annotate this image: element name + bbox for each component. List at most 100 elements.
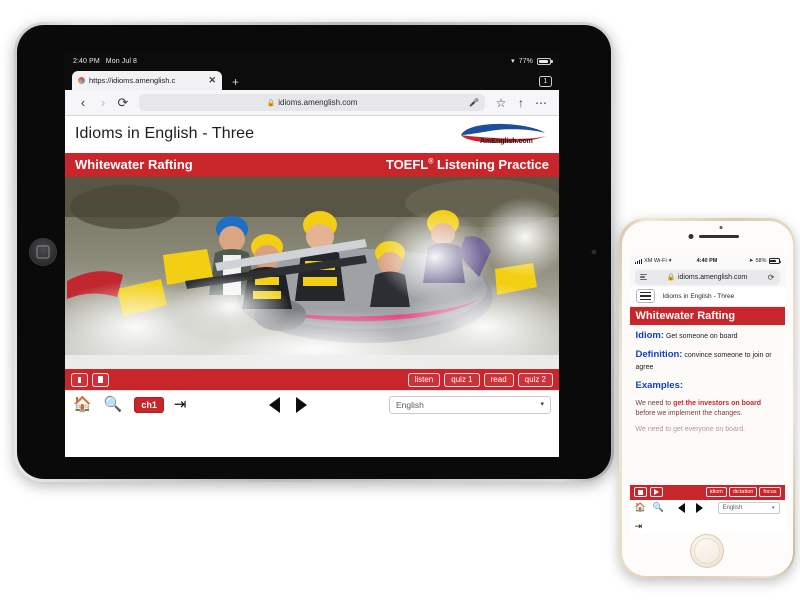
prev-next-controls — [268, 396, 307, 413]
play-button[interactable] — [649, 487, 663, 497]
home-icon[interactable]: 🏠 — [635, 503, 646, 512]
battery-icon — [537, 57, 553, 65]
chevron-updown-icon: ▾ — [540, 400, 544, 408]
ipad-tab-strip: https://idioms.amenglish.c ✕ + 1 — [65, 69, 559, 90]
address-bar-url: idioms.amenglish.com — [278, 98, 358, 107]
stop-button[interactable] — [633, 487, 647, 497]
focus-button[interactable]: focus — [759, 487, 781, 497]
iphone-battery-icon — [768, 258, 781, 264]
svg-text:AmEnglish.com: AmEnglish.com — [480, 138, 533, 145]
lock-icon: 🔒 — [666, 274, 676, 281]
ipad-media-controls: listen quiz 1 read quiz 2 — [65, 369, 559, 390]
close-icon[interactable]: ✕ — [208, 76, 216, 85]
hamburger-menu-icon[interactable] — [635, 289, 655, 303]
ipad-device: 2:40 PM Mon Jul 8 ▾ 77% https://idioms.a… — [14, 22, 614, 482]
screenshot-stage: 2:40 PM Mon Jul 8 ▾ 77% https://idioms.a… — [0, 0, 800, 600]
iphone-home-button[interactable] — [690, 533, 724, 568]
bookmark-icon[interactable]: ☆ — [491, 97, 511, 109]
page-header: Idioms in English - Three AmEnglish.com — [65, 116, 559, 153]
pause-button[interactable] — [92, 372, 109, 387]
new-tab-button[interactable]: + — [232, 76, 239, 88]
idiom-button[interactable]: idiom — [705, 487, 727, 497]
next-button[interactable] — [696, 502, 704, 513]
search-icon[interactable]: 🔍 — [653, 503, 664, 512]
proximity-sensor — [719, 225, 723, 229]
browser-tab[interactable]: https://idioms.amenglish.c ✕ — [72, 71, 222, 90]
exit-icon[interactable]: ⇥ — [635, 521, 643, 531]
quiz-2-button[interactable]: quiz 2 — [517, 372, 553, 387]
wifi-icon: ▾ — [668, 258, 672, 264]
ipad-screen: 2:40 PM Mon Jul 8 ▾ 77% https://idioms.a… — [65, 53, 559, 457]
prev-button[interactable] — [268, 396, 280, 413]
ipad-home-button[interactable] — [29, 238, 57, 266]
forward-icon[interactable]: › — [93, 96, 113, 109]
microphone-icon[interactable]: 🎤 — [469, 98, 479, 107]
whitewater-rafting-photo — [65, 177, 559, 369]
status-battery-pct: 77% — [518, 57, 533, 65]
search-icon[interactable]: 🔍 — [104, 397, 123, 412]
iphone-front-camera — [688, 233, 694, 239]
reload-icon[interactable]: ⟳ — [768, 273, 775, 282]
iphone-page-nav: 🏠 🔍 English ▾ ⇥ — [629, 499, 785, 533]
amenglish-logo: AmEnglish.com — [457, 122, 549, 146]
iphone-screen: XM Wi-Fi ▾ 4:40 PM ➤ 58% 🔒 idioms.amengl — [629, 254, 785, 533]
share-icon[interactable]: ↑ — [511, 97, 531, 109]
iphone-battery-pct: 58% — [755, 258, 767, 264]
iphone-media-controls: idiom dictation focus — [629, 484, 785, 500]
idiom-label: Idiom: — [635, 329, 665, 341]
iphone-activity-buttons: idiom dictation focus — [705, 487, 781, 497]
ipad-page-nav: 🏠 🔍 ch1 ⇥ English ▾ — [65, 390, 559, 418]
ipad-page: Idioms in English - Three AmEnglish.com … — [65, 116, 559, 418]
activity-buttons: listen quiz 1 read quiz 2 — [407, 372, 553, 387]
reader-view-icon[interactable] — [639, 274, 647, 280]
language-select-value: English — [722, 504, 743, 511]
iphone-app-header: Idioms in English - Three — [629, 286, 785, 307]
example-idiom: get the investors on board — [673, 399, 762, 407]
ipad-browser-toolbar: ‹ › ⟳ 🔒 idioms.amenglish.com 🎤 ☆ ↑ ⋯ — [65, 90, 559, 116]
language-select[interactable]: English ▾ — [389, 395, 551, 414]
ipad-bezel: 2:40 PM Mon Jul 8 ▾ 77% https://idioms.a… — [17, 25, 611, 479]
next-button[interactable] — [295, 396, 307, 413]
tab-count-badge[interactable]: 1 — [539, 76, 552, 87]
ipad-status-bar: 2:40 PM Mon Jul 8 ▾ 77% — [65, 53, 559, 69]
example-pre: We need to — [635, 399, 674, 407]
exit-icon[interactable]: ⇥ — [174, 397, 187, 412]
back-icon[interactable]: ‹ — [73, 96, 93, 109]
example-sentence: We need to get the investors on board be… — [636, 399, 779, 421]
quiz-1-button[interactable]: quiz 1 — [444, 372, 480, 387]
iphone-page-title: Idioms in English - Three — [662, 292, 735, 300]
page-title: Idioms in English - Three — [75, 125, 255, 142]
language-select[interactable]: English ▾ — [717, 501, 780, 514]
iphone-address-url: idioms.amenglish.com — [677, 273, 748, 281]
wifi-icon: ▾ — [511, 58, 515, 65]
definition-block: Definition: convince someone to join or … — [636, 348, 779, 374]
iphone-earpiece-speaker — [699, 234, 739, 238]
examples-label: Examples: — [635, 379, 684, 391]
chevron-updown-icon: ▾ — [771, 504, 775, 511]
iphone-address-bar[interactable]: 🔒 idioms.amenglish.com ⟳ — [634, 269, 780, 285]
listen-button[interactable]: listen — [407, 372, 441, 387]
stop-button[interactable] — [71, 372, 88, 387]
example-sentence-clipped: We need to get everyone on board. — [635, 426, 746, 434]
iphone-lesson-content: Idiom: Get someone on board Definition: … — [629, 324, 785, 485]
location-arrow-icon: ➤ — [748, 258, 754, 264]
lesson-title: Whitewater Rafting — [75, 157, 193, 172]
iphone-status-bar: XM Wi-Fi ▾ 4:40 PM ➤ 58% — [629, 254, 785, 268]
browser-tab-label: https://idioms.amenglish.c — [89, 76, 176, 85]
address-bar[interactable]: 🔒 idioms.amenglish.com 🎤 — [139, 94, 485, 111]
iphone-lesson-title-band: Whitewater Rafting — [629, 306, 785, 325]
prev-button[interactable] — [678, 502, 686, 513]
more-icon[interactable]: ⋯ — [531, 97, 551, 109]
definition-label: Definition: — [635, 349, 683, 361]
iphone-top-bezel — [622, 221, 793, 255]
iphone-device: XM Wi-Fi ▾ 4:40 PM ➤ 58% 🔒 idioms.amengl — [619, 218, 795, 578]
dictation-button[interactable]: dictation — [728, 487, 758, 497]
reload-icon[interactable]: ⟳ — [113, 96, 133, 109]
status-time: 2:40 PM — [73, 57, 100, 65]
read-button[interactable]: read — [483, 372, 514, 387]
lesson-subtitle: TOEFL® Listening Practice — [385, 157, 549, 172]
home-icon[interactable]: 🏠 — [73, 397, 92, 412]
examples-heading: Examples: — [636, 379, 779, 394]
example-post: before we implement the changes. — [635, 410, 743, 418]
chapter-badge[interactable]: ch1 — [134, 396, 164, 413]
